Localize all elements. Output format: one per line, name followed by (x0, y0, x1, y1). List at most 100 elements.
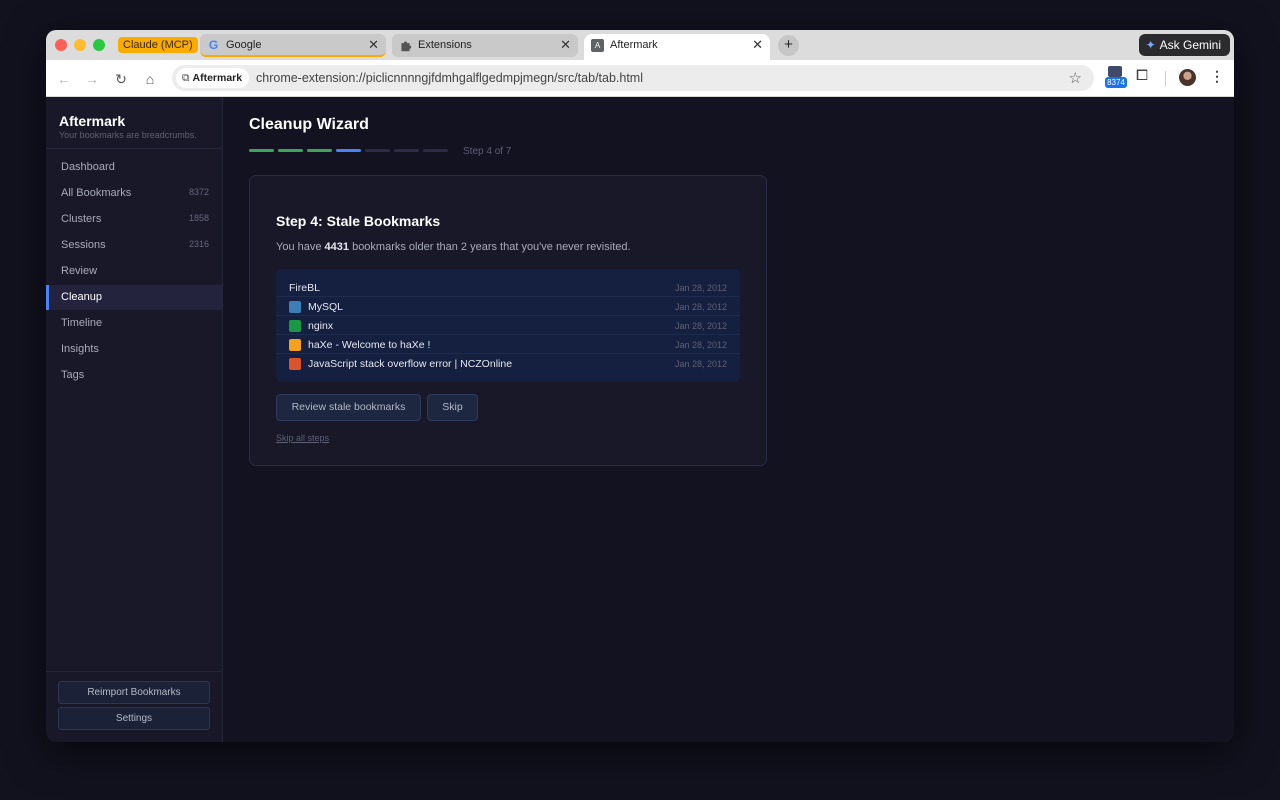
skip-button[interactable]: Skip (427, 394, 478, 421)
tab-extensions[interactable]: Extensions ✕ (392, 34, 578, 57)
browser-window: Claude (MCP) G Google ✕ Extensions ✕ A A… (46, 30, 1234, 742)
step-description: You have 4431 bookmarks older than 2 yea… (276, 241, 631, 253)
tab-aftermark[interactable]: A Aftermark ✕ (584, 34, 770, 60)
bookmark-title: JavaScript stack overflow error | NCZOnl… (308, 358, 513, 370)
bookmark-date: Jan 28, 2012 (674, 302, 727, 312)
tab-label: Aftermark (610, 39, 658, 51)
progress-segment (365, 149, 390, 152)
sidebar-item-clusters[interactable]: Clusters 1858 (46, 207, 222, 232)
more-menu-icon[interactable]: ⋮ (1210, 68, 1224, 85)
sidebar-item-count: 8372 (188, 187, 209, 197)
sidebar-item-label: All Bookmarks (61, 187, 132, 199)
brand-tagline: Your bookmarks are breadcrumbs. (59, 130, 197, 140)
sidebar-item-label: Sessions (61, 239, 106, 251)
ask-gemini-label: Ask Gemini (1159, 38, 1221, 52)
sidebar-item-insights[interactable]: Insights (46, 337, 222, 362)
bookmark-date: Jan 28, 2012 (674, 340, 727, 350)
bookmark-title: MySQL (308, 301, 344, 313)
tab-strip: Claude (MCP) G Google ✕ Extensions ✕ A A… (46, 30, 1234, 60)
aftermark-extension-icon (1108, 66, 1122, 77)
sidebar-item-count: 2316 (188, 239, 209, 249)
maximize-window-button[interactable] (93, 39, 105, 51)
sidebar-item-dashboard[interactable]: Dashboard (46, 155, 222, 180)
desc-suffix: bookmarks older than 2 years that you've… (349, 241, 631, 253)
sidebar-item-tags[interactable]: Tags (46, 363, 222, 388)
bookmark-star-icon[interactable]: ☆ (1069, 69, 1082, 87)
list-item[interactable]: FireBL Jan 28, 2012 (276, 278, 740, 297)
sidebar: Aftermark Your bookmarks are breadcrumbs… (46, 97, 223, 742)
toolbar-divider (1165, 71, 1166, 86)
site-chip-label: Aftermark (192, 72, 243, 84)
mysql-icon (289, 301, 301, 313)
tab-label: Google (226, 39, 262, 51)
sidebar-item-all-bookmarks[interactable]: All Bookmarks 8372 (46, 181, 222, 206)
list-item[interactable]: MySQL Jan 28, 2012 (276, 297, 740, 316)
tab-label: Extensions (418, 39, 472, 51)
step-counter: Step 4 of 7 (463, 146, 512, 157)
step-title: Step 4: Stale Bookmarks (276, 213, 441, 229)
progress-segment (249, 149, 274, 152)
sidebar-item-cleanup[interactable]: Cleanup (46, 285, 222, 310)
extension-site-icon: ⧉ (182, 72, 190, 84)
divider (46, 148, 222, 149)
reimport-bookmarks-button[interactable]: Reimport Bookmarks (58, 681, 210, 704)
site-info-chip[interactable]: ⧉ Aftermark (176, 68, 250, 88)
progress-segment (336, 149, 361, 152)
home-icon[interactable]: ⌂ (140, 69, 160, 89)
tab-google[interactable]: G Google ✕ (200, 34, 386, 57)
browser-toolbar: ← → ↻ ⌂ ⧉ Aftermark chrome-extension://pi… (46, 60, 1234, 97)
close-icon[interactable]: ✕ (560, 37, 571, 53)
sidebar-item-label: Timeline (61, 317, 103, 329)
new-tab-button[interactable]: + (778, 35, 799, 56)
review-stale-bookmarks-button[interactable]: Review stale bookmarks (276, 394, 421, 421)
bookmark-title: FireBL (289, 282, 320, 294)
aftermark-app: Aftermark Your bookmarks are breadcrumbs… (46, 97, 1234, 742)
list-item[interactable]: nginx Jan 28, 2012 (276, 316, 740, 335)
bookmark-date: Jan 28, 2012 (674, 321, 727, 331)
page-title: Cleanup Wizard (249, 116, 369, 133)
sidebar-item-sessions[interactable]: Sessions 2316 (46, 233, 222, 258)
progress-segment (307, 149, 332, 152)
list-item[interactable]: haXe - Welcome to haXe ! Jan 28, 2012 (276, 335, 740, 354)
close-icon[interactable]: ✕ (368, 37, 379, 53)
brand-title: Aftermark (59, 113, 126, 129)
sidebar-item-label: Cleanup (61, 291, 102, 303)
settings-button[interactable]: Settings (58, 707, 210, 730)
profile-avatar[interactable] (1179, 69, 1196, 86)
bookmark-title: haXe - Welcome to haXe ! (308, 339, 431, 351)
stale-bookmark-list: FireBL Jan 28, 2012 MySQL Jan 28, 2012 n… (276, 269, 740, 382)
sidebar-item-timeline[interactable]: Timeline (46, 311, 222, 336)
aftermark-icon: A (591, 39, 604, 52)
sidebar-item-label: Tags (61, 369, 85, 381)
nginx-icon (289, 320, 301, 332)
minimize-window-button[interactable] (74, 39, 86, 51)
gemini-sparkle-icon: ✦ (1145, 38, 1156, 52)
ask-gemini-button[interactable]: ✦ Ask Gemini (1138, 34, 1230, 56)
progress-segment (278, 149, 303, 152)
divider (46, 671, 222, 672)
progress-segment (423, 149, 448, 152)
stale-count: 4431 (324, 241, 350, 253)
close-window-button[interactable] (55, 39, 67, 51)
sidebar-item-label: Insights (61, 343, 99, 355)
tab-group-chip[interactable]: Claude (MCP) (118, 37, 198, 53)
skip-all-steps-link[interactable]: Skip all steps (276, 433, 329, 443)
close-icon[interactable]: ✕ (752, 37, 763, 53)
extensions-menu-icon[interactable]: ⧠ (1136, 67, 1148, 84)
url-text[interactable]: chrome-extension://piclicnnnngjfdmhgalfl… (256, 71, 643, 85)
aftermark-extension-button[interactable]: 8374 (1105, 66, 1127, 90)
bookmark-date: Jan 28, 2012 (674, 359, 727, 369)
back-icon[interactable]: ← (54, 69, 74, 89)
sidebar-item-label: Review (61, 265, 98, 277)
forward-icon[interactable]: → (82, 69, 102, 89)
address-bar[interactable]: ⧉ Aftermark chrome-extension://piclicnnnn… (172, 65, 1094, 91)
reload-icon[interactable]: ↻ (111, 69, 131, 89)
progress-segment (394, 149, 419, 152)
bookmark-title: nginx (308, 320, 334, 332)
sidebar-item-review[interactable]: Review (46, 259, 222, 284)
list-item[interactable]: JavaScript stack overflow error | NCZOnl… (276, 354, 740, 373)
wizard-step-card: Step 4: Stale Bookmarks You have 4431 bo… (249, 175, 767, 466)
haxe-icon (289, 339, 301, 351)
bookmark-date: Jan 28, 2012 (674, 283, 727, 293)
sidebar-item-label: Clusters (61, 213, 102, 225)
